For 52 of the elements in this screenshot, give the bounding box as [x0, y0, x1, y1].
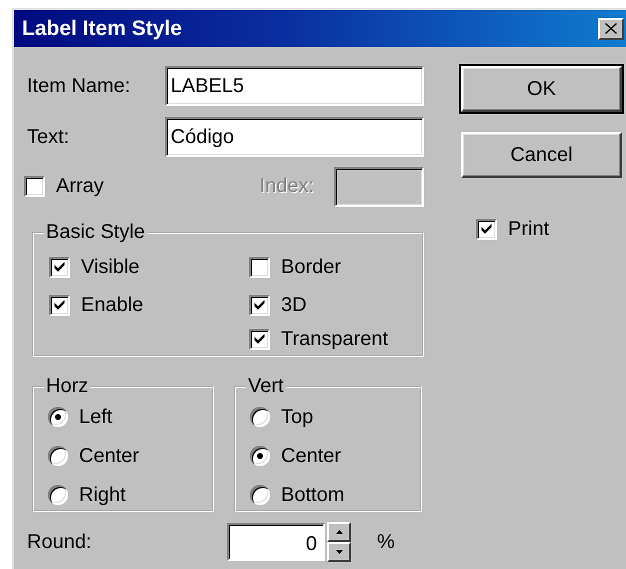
radio-button[interactable] — [250, 407, 270, 427]
radio-label[interactable]: Bottom — [281, 484, 344, 506]
radio-label[interactable]: Top — [281, 406, 314, 428]
checkbox-label[interactable]: Print — [508, 218, 550, 240]
checkbox[interactable] — [24, 176, 45, 197]
check-icon — [54, 262, 65, 272]
checkbox-label[interactable]: Enable — [81, 294, 144, 316]
checkbox-label[interactable]: 3D — [281, 294, 307, 316]
radio-button[interactable] — [48, 407, 68, 427]
radio-label[interactable]: Right — [79, 484, 126, 506]
dialog-button[interactable]: Cancel — [461, 132, 622, 178]
up-arrow-icon — [336, 530, 342, 534]
check-icon — [254, 334, 265, 344]
close-icon — [605, 23, 617, 34]
check-icon — [481, 224, 492, 234]
checkbox-label[interactable]: Array — [56, 175, 104, 198]
checkbox[interactable] — [249, 256, 270, 278]
checkbox[interactable] — [249, 328, 270, 350]
field-label: Index: — [260, 175, 314, 198]
text-field[interactable]: LABEL5 — [164, 66, 424, 106]
radio-button[interactable] — [250, 446, 270, 466]
radio-label[interactable]: Center — [79, 444, 140, 468]
unit-label: % — [377, 530, 395, 554]
radio-button[interactable] — [48, 485, 68, 505]
down-arrow-icon — [336, 550, 342, 554]
checkbox[interactable] — [49, 294, 70, 316]
checkbox[interactable] — [249, 294, 270, 316]
group-title: Vert — [247, 375, 285, 398]
checkbox[interactable] — [49, 256, 70, 278]
text-field[interactable]: Código — [164, 117, 424, 157]
close-button[interactable] — [598, 18, 624, 40]
checkbox[interactable] — [476, 218, 497, 240]
radio-button[interactable] — [250, 485, 270, 505]
spin-down-button[interactable] — [327, 542, 351, 562]
spin-up-button[interactable] — [327, 522, 351, 542]
window-title: Label Item Style — [22, 16, 182, 40]
field-label: Item Name: — [26, 74, 132, 98]
group-title: Basic Style — [45, 221, 146, 244]
radio-button[interactable] — [48, 446, 68, 466]
group-title: Horz — [45, 375, 90, 398]
field-label: Round: — [26, 530, 92, 554]
check-icon — [54, 300, 65, 310]
checkbox-label[interactable]: Transparent — [281, 328, 388, 350]
check-icon — [254, 300, 265, 310]
dialog-button[interactable]: OK — [461, 66, 622, 112]
checkbox-label[interactable]: Visible — [81, 256, 140, 278]
radio-label[interactable]: Left — [79, 406, 112, 428]
field-label: Text: — [26, 126, 70, 148]
radio-label[interactable]: Center — [281, 444, 342, 468]
checkbox-label[interactable]: Border — [281, 256, 342, 278]
number-field[interactable]: 0 — [227, 523, 325, 561]
index-field[interactable] — [334, 166, 424, 206]
